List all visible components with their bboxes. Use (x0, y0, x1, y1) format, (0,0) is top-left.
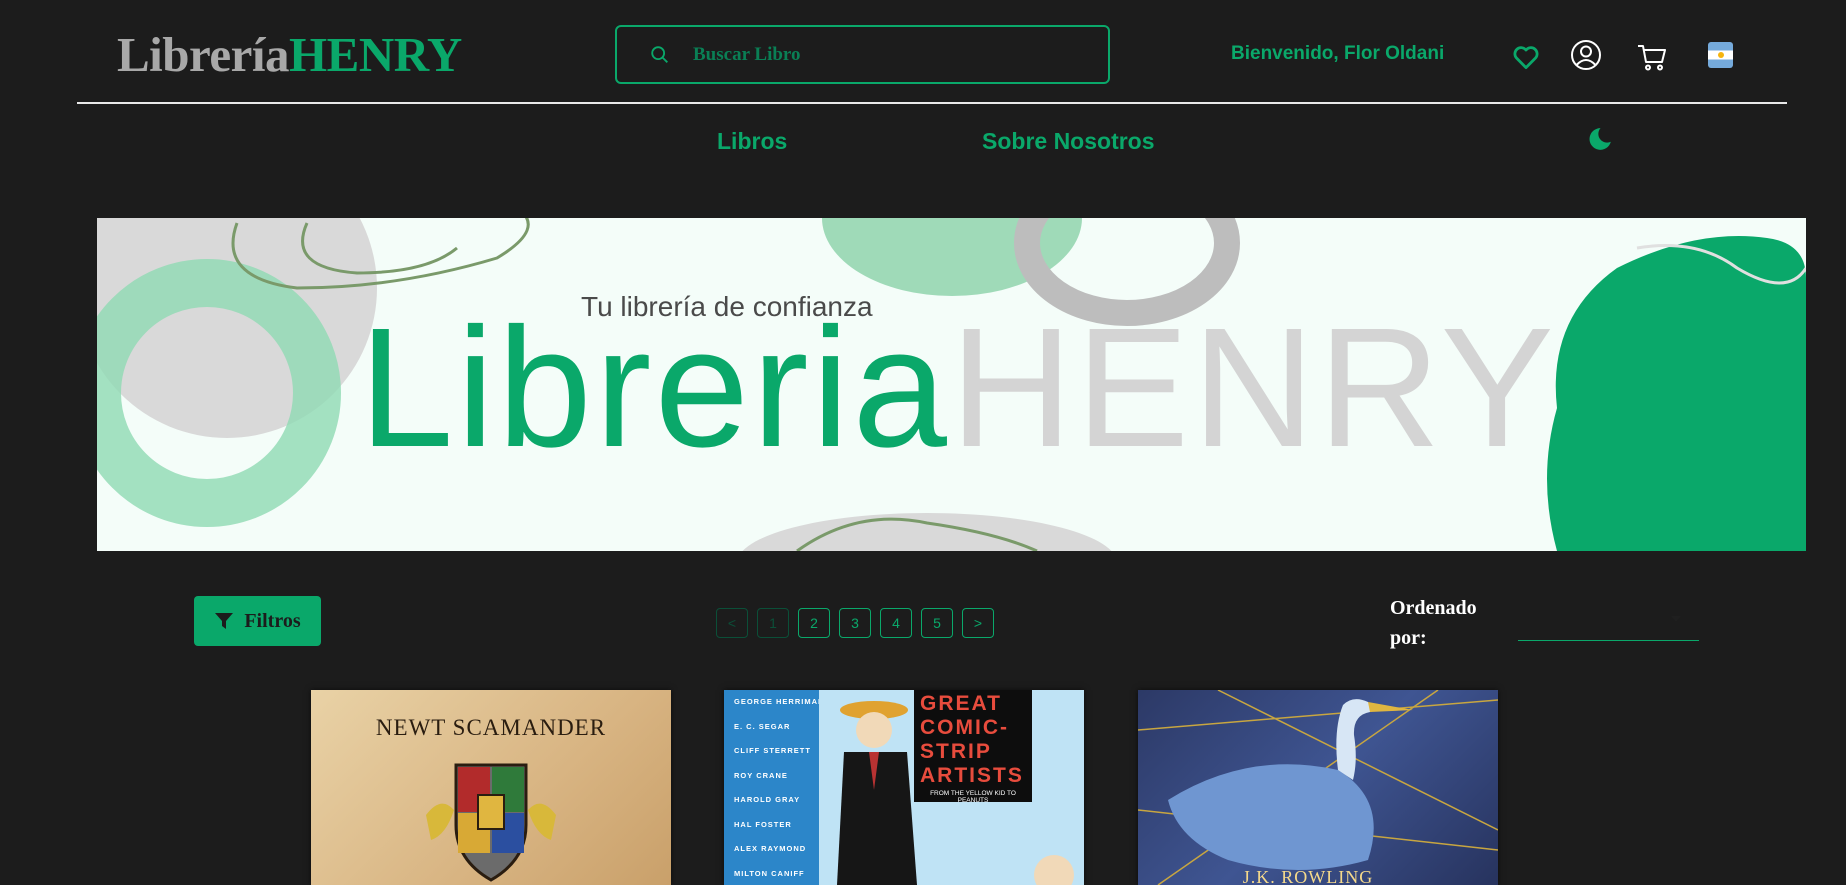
page-2-button[interactable]: 2 (798, 608, 830, 638)
page-4-button[interactable]: 4 (880, 608, 912, 638)
banner-title: LibreriaHENRY (359, 303, 1557, 473)
book-cover-author: J.K. ROWLING (1242, 867, 1374, 885)
artist-name: HAL FOSTER (734, 819, 792, 829)
artist-name: GEORGE HERRIMAN (734, 697, 825, 706)
argentina-flag-icon[interactable] (1708, 42, 1733, 68)
flag-sun (1717, 52, 1724, 58)
chevron-down-icon (1671, 616, 1681, 622)
book-card[interactable]: J.K. ROWLING (1138, 690, 1498, 885)
page-prev-button[interactable]: < (716, 608, 748, 638)
page-5-button[interactable]: 5 (921, 608, 953, 638)
book-cover-subtitle: FROM THE YELLOW KID TO PEANUTS (930, 790, 1016, 804)
search-bar (615, 25, 1110, 84)
filter-icon (215, 613, 234, 629)
welcome-text: Bienvenido, Flor Oldani (1231, 43, 1445, 64)
book-card[interactable]: NEWT SCAMANDER (311, 690, 671, 885)
cart-icon[interactable] (1636, 41, 1668, 73)
filter-button[interactable]: Filtros (194, 596, 321, 646)
order-select[interactable] (1518, 600, 1699, 641)
pagination: < 1 2 3 4 5 > (716, 608, 994, 638)
moon-icon[interactable] (1587, 126, 1613, 152)
banner-title-henry: HENRY (949, 293, 1557, 483)
hogwarts-crest-icon (426, 763, 556, 882)
site-logo[interactable]: LibreríaHENRY (117, 26, 462, 83)
nav-libros[interactable]: Libros (717, 128, 787, 155)
book-cover-title: GREAT COMIC-STRIP ARTISTS (914, 690, 1032, 802)
banner-title-libreria: Libreria (359, 293, 950, 483)
header-divider (77, 102, 1787, 104)
book-cover-title: NEWT SCAMANDER (375, 715, 607, 740)
heron-illustration (1138, 690, 1498, 885)
search-input[interactable] (693, 43, 1073, 66)
nav-sobre-nosotros[interactable]: Sobre Nosotros (982, 128, 1155, 155)
search-icon[interactable] (649, 44, 671, 66)
artist-name: E. C. SEGAR (734, 721, 791, 731)
book-cover-artist-list: GEORGE HERRIMAN E. C. SEGAR CLIFF STERRE… (734, 690, 824, 885)
artist-name: ROY CRANE (734, 770, 788, 780)
page-next-button[interactable]: > (962, 608, 994, 638)
filter-button-label: Filtros (244, 609, 301, 632)
artist-name: HAROLD GRAY (734, 795, 801, 804)
hero-banner: Tu librería de confianza LibreriaHENRY (97, 218, 1806, 551)
page-1-button[interactable]: 1 (757, 608, 789, 638)
logo-text-libreria: Librería (117, 27, 290, 82)
user-icon[interactable] (1570, 39, 1602, 71)
page-3-button[interactable]: 3 (839, 608, 871, 638)
heart-icon[interactable] (1511, 42, 1541, 72)
artist-name: ALEX RAYMOND (734, 844, 807, 853)
logo-text-henry: HENRY (289, 27, 462, 82)
artist-name: CLIFF STERRETT (734, 746, 811, 755)
order-label: Ordenado por: (1390, 597, 1477, 649)
book-card[interactable]: GEORGE HERRIMAN E. C. SEGAR CLIFF STERRE… (724, 690, 1084, 885)
artist-name: MILTON CANIFF (734, 868, 805, 878)
